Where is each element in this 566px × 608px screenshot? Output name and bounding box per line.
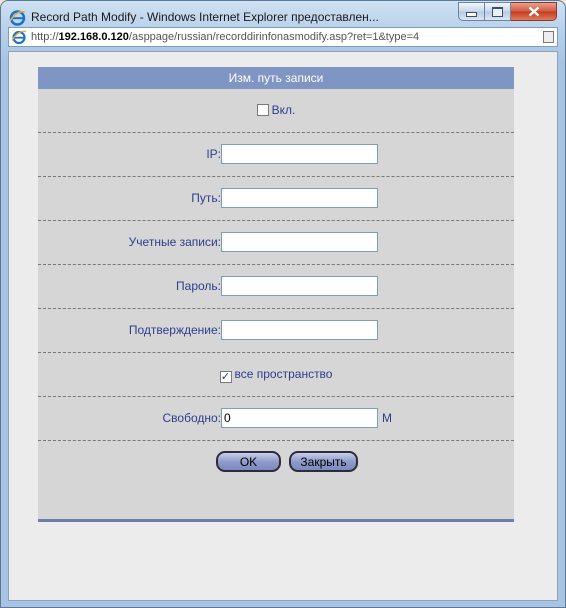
free-space-input[interactable]	[221, 408, 378, 428]
ip-row: IP:	[38, 133, 514, 177]
minimize-icon	[466, 12, 477, 17]
browser-window: Record Path Modify - Windows Internet Ex…	[0, 0, 566, 608]
url-path: /asppage/russian/recorddirinfonasmodify.…	[128, 31, 420, 43]
password-row: Пароль:	[38, 265, 514, 309]
maximize-icon	[492, 6, 503, 17]
ie-icon	[9, 9, 26, 26]
address-url[interactable]: http://192.168.0.120/asppage/russian/rec…	[31, 31, 531, 43]
all-space-checkbox-wrap: ✓ все пространство	[38, 367, 514, 383]
close-button[interactable]: Закрыть	[289, 451, 358, 472]
enable-label: Вкл.	[271, 103, 296, 117]
free-row: Свободно: M	[38, 397, 514, 441]
close-icon	[528, 6, 539, 17]
ie-page-icon	[11, 29, 27, 45]
all-space-row: ✓ все пространство	[38, 353, 514, 397]
ok-button[interactable]: OK	[216, 451, 281, 472]
window-controls	[458, 2, 557, 22]
close-window-button[interactable]	[511, 2, 557, 21]
record-path-panel: Изм. путь записи Вкл. IP: Путь: Учетные …	[38, 67, 514, 522]
enable-checkbox[interactable]	[256, 104, 269, 116]
account-label: Учетные записи:	[128, 235, 221, 249]
enable-checkbox-wrap: Вкл.	[38, 103, 514, 117]
confirm-label: Подтверждение:	[128, 323, 221, 337]
compat-view-icon[interactable]	[543, 31, 554, 43]
ip-input[interactable]	[221, 144, 378, 164]
path-input[interactable]	[221, 188, 378, 208]
free-label: Свободно:	[162, 411, 222, 425]
confirm-row: Подтверждение:	[38, 309, 514, 353]
minimize-button[interactable]	[458, 2, 485, 21]
all-space-checkbox[interactable]: ✓	[219, 371, 232, 383]
all-space-label: все пространство	[234, 367, 333, 381]
password-input[interactable]	[221, 276, 378, 296]
url-host: 192.168.0.120	[58, 31, 129, 43]
panel-title: Изм. путь записи	[38, 67, 514, 89]
free-unit: M	[382, 411, 392, 425]
account-row: Учетные записи:	[38, 221, 514, 265]
confirm-password-input[interactable]	[221, 320, 378, 340]
ip-label: IP:	[206, 147, 221, 161]
enable-row: Вкл.	[38, 89, 514, 133]
address-bar[interactable]: http://192.168.0.120/asppage/russian/rec…	[8, 27, 558, 47]
path-row: Путь:	[38, 177, 514, 221]
url-prefix: http://	[31, 31, 59, 43]
password-label: Пароль:	[176, 279, 221, 293]
path-label: Путь:	[191, 191, 221, 205]
maximize-button[interactable]	[485, 2, 511, 21]
window-title: Record Path Modify - Windows Internet Ex…	[31, 10, 379, 24]
account-input[interactable]	[221, 232, 378, 252]
button-row: OK Закрыть	[38, 443, 514, 483]
